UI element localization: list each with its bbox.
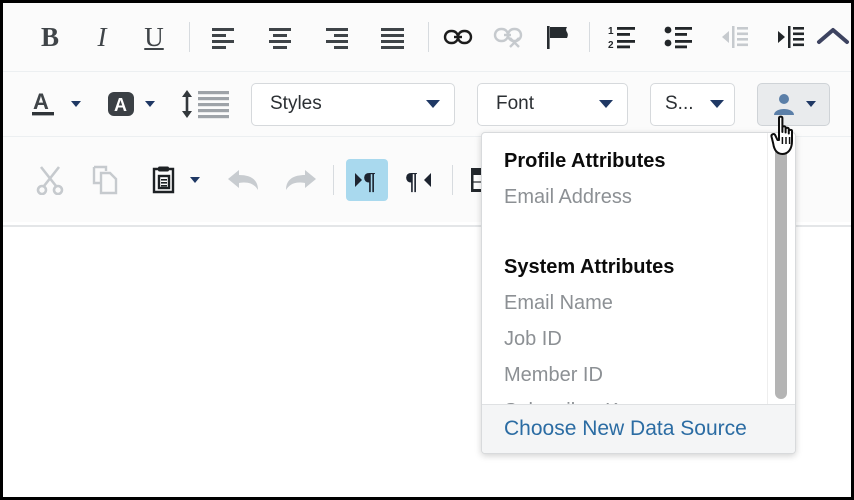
anchor-flag-button[interactable] [537, 16, 579, 58]
menu-item-list: Profile Attributes Email Address System … [482, 133, 795, 405]
align-justify-icon [381, 28, 404, 49]
italic-button[interactable]: I [81, 16, 123, 58]
undo-arrow-icon [228, 169, 258, 190]
menu-group-title-profile-attributes: Profile Attributes [504, 150, 666, 172]
text-direction-ltr-button[interactable]: ¶ [346, 158, 388, 201]
bold-icon: B [40, 21, 59, 52]
remove-link-button[interactable] [487, 16, 529, 58]
svg-text:A: A [114, 95, 127, 115]
align-left-icon [212, 28, 234, 49]
svg-text:¶: ¶ [405, 169, 418, 193]
numbered-list-button[interactable]: 1 2 [602, 16, 644, 58]
menu-scroll-area: Profile Attributes Email Address System … [482, 133, 795, 405]
copy-icon [92, 165, 118, 194]
redo-arrow-icon [286, 169, 316, 190]
menu-scrollbar[interactable] [767, 133, 795, 405]
toolbar-row-formatting: B I U 1 2 [3, 3, 851, 71]
increase-indent-button[interactable] [770, 16, 812, 58]
chevron-up-icon [817, 28, 849, 44]
svg-text:1: 1 [608, 26, 614, 37]
paste-dropdown-button[interactable] [185, 159, 205, 201]
insert-image-button[interactable] [848, 83, 851, 125]
personalization-button[interactable] [757, 82, 830, 126]
line-height-button[interactable] [177, 82, 233, 126]
scissors-icon [36, 165, 64, 195]
unlink-icon [493, 27, 523, 48]
svg-text:2: 2 [608, 40, 614, 49]
highlight-color-button[interactable]: A [101, 82, 141, 126]
toolbar-divider [333, 164, 334, 195]
font-select[interactable]: Font [477, 82, 628, 126]
numbered-list-icon: 1 2 [608, 26, 635, 49]
highlight-color-icon: A [108, 92, 134, 116]
undo-button[interactable] [223, 159, 265, 201]
chevron-down-icon [426, 100, 440, 108]
toolbar-divider [189, 22, 190, 52]
toolbar-divider [452, 164, 453, 195]
paragraph-rtl-icon: ¶ [405, 169, 431, 193]
menu-item-email-name[interactable]: Email Name [504, 285, 795, 321]
align-justify-button[interactable] [372, 16, 414, 58]
font-select-label: Font [496, 93, 535, 114]
highlight-color-dropdown-button[interactable] [141, 82, 159, 126]
menu-item-job-id[interactable]: Job ID [504, 321, 795, 357]
toolbar-divider [428, 22, 429, 52]
bold-button[interactable]: B [29, 16, 71, 58]
align-center-button[interactable] [260, 16, 302, 58]
underline-button[interactable]: U [133, 16, 175, 58]
font-color-icon: A [32, 89, 54, 116]
styles-select[interactable]: Styles [251, 82, 455, 126]
indent-icon [778, 26, 804, 48]
menu-group-spacer [504, 215, 795, 249]
collapse-toolbar-button[interactable] [812, 16, 851, 58]
chevron-down-icon [710, 100, 724, 108]
svg-text:A: A [33, 89, 49, 114]
chevron-down-icon [190, 176, 200, 183]
line-height-icon [182, 90, 229, 119]
align-center-icon [269, 28, 291, 49]
person-icon [774, 94, 794, 115]
align-right-button[interactable] [316, 16, 358, 58]
align-left-button[interactable] [204, 16, 246, 58]
menu-item-member-id[interactable]: Member ID [504, 357, 795, 393]
bulleted-list-button[interactable] [658, 16, 700, 58]
svg-text:¶: ¶ [363, 169, 376, 193]
bulleted-list-icon [664, 26, 692, 49]
chevron-down-icon [145, 101, 155, 107]
chevron-down-icon [599, 100, 613, 108]
choose-new-data-source-label: Choose New Data Source [504, 417, 747, 440]
insert-link-button[interactable] [437, 16, 479, 58]
editor-window: B I U 1 2 A A Styles Font S... ¶ ¶ Profi… [0, 0, 854, 500]
italic-icon: I [97, 21, 107, 52]
outdent-icon [722, 26, 748, 48]
chevron-down-icon [806, 101, 816, 107]
paragraph-ltr-icon: ¶ [355, 169, 376, 193]
copy-button[interactable] [85, 159, 127, 201]
clipboard-icon [152, 166, 175, 193]
menu-item-email-address[interactable]: Email Address [504, 179, 795, 215]
redo-button[interactable] [279, 159, 321, 201]
chevron-down-icon [71, 101, 81, 107]
link-icon [443, 29, 473, 45]
styles-select-label: Styles [270, 93, 322, 114]
menu-scrollbar-thumb[interactable] [775, 141, 787, 399]
font-color-button[interactable]: A [27, 82, 67, 126]
flag-icon [547, 26, 568, 49]
align-right-icon [326, 28, 348, 49]
font-color-dropdown-button[interactable] [67, 82, 85, 126]
underline-icon: U [144, 21, 164, 52]
toolbar-divider [589, 22, 590, 52]
choose-new-data-source-button[interactable]: Choose New Data Source [482, 404, 795, 453]
decrease-indent-button[interactable] [714, 16, 756, 58]
menu-group-title-system-attributes: System Attributes [504, 256, 675, 278]
font-size-select[interactable]: S... [650, 82, 735, 126]
paste-button[interactable] [143, 159, 185, 201]
cut-button[interactable] [29, 159, 71, 201]
font-size-select-label: S... [665, 93, 694, 114]
toolbar-row-typography: A A Styles Font S... [3, 71, 851, 136]
text-direction-rtl-button[interactable]: ¶ [398, 159, 440, 201]
personalization-dropdown-menu: Profile Attributes Email Address System … [481, 132, 796, 454]
